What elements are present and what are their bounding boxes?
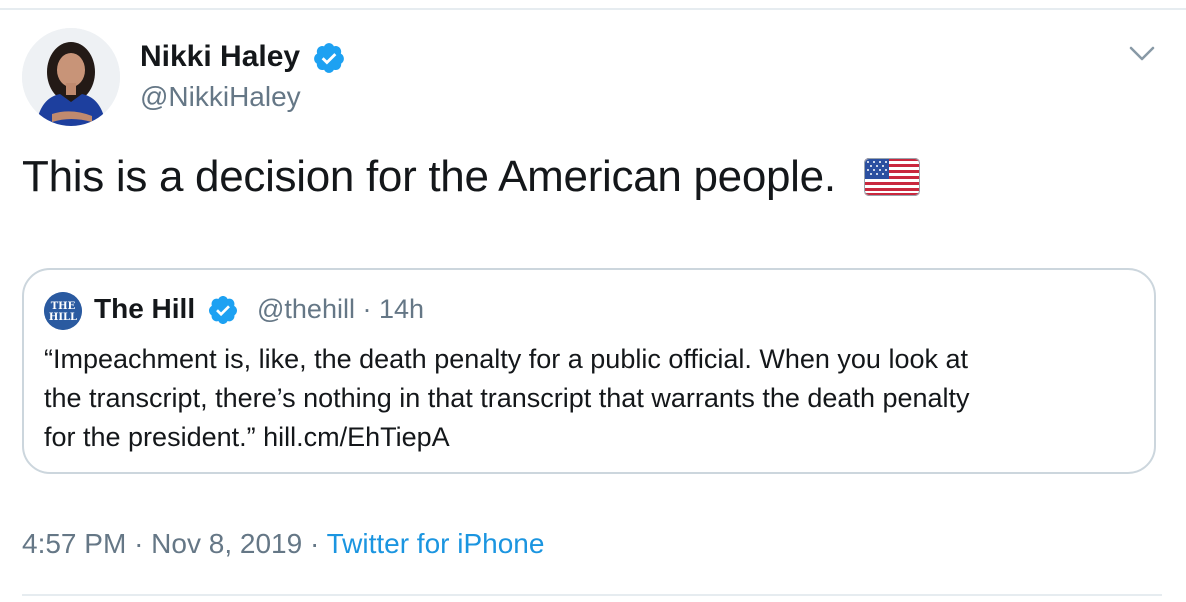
tweet-text: This is a decision for the American peop… <box>22 152 836 201</box>
quoted-text-line: “Impeachment is, like, the death penalty… <box>44 344 968 374</box>
tweet-date[interactable]: Nov 8, 2019 <box>151 528 302 559</box>
author-name[interactable]: Nikki Haley <box>140 40 300 74</box>
author-handle[interactable]: @NikkiHaley <box>140 81 301 113</box>
quoted-tweet-meta: @thehill · 14h <box>257 294 424 325</box>
footer-separator: · <box>309 528 320 559</box>
chevron-down-icon[interactable] <box>1128 44 1156 64</box>
bottom-divider <box>22 594 1162 596</box>
tweet-footer: 4:57 PM · Nov 8, 2019 · Twitter for iPho… <box>22 528 544 560</box>
top-divider <box>0 8 1186 10</box>
quoted-text-line: the transcript, there’s nothing in that … <box>44 383 970 413</box>
us-flag-icon <box>864 158 920 196</box>
quoted-tweet-age[interactable]: 14h <box>379 294 424 324</box>
meta-separator: · <box>362 294 372 324</box>
svg-text:HILL: HILL <box>49 312 77 323</box>
quoted-author-name[interactable]: The Hill <box>94 293 195 325</box>
footer-separator: · <box>134 528 144 559</box>
svg-text:THE: THE <box>51 301 76 312</box>
quoted-text-line: for the president.” hill.cm/EhTiepA <box>44 422 450 452</box>
author-avatar[interactable] <box>22 28 120 126</box>
quoted-author-handle[interactable]: @thehill <box>257 294 355 324</box>
verified-badge-icon <box>314 43 344 73</box>
verified-badge-icon <box>208 296 237 324</box>
the-hill-logo-icon: THE HILL <box>44 292 82 330</box>
tweet-source-link[interactable]: Twitter for iPhone <box>327 528 545 559</box>
the-hill-avatar[interactable]: THE HILL <box>44 292 82 330</box>
quoted-tweet-text: “Impeachment is, like, the death penalty… <box>44 340 1144 457</box>
tweet-time[interactable]: 4:57 PM <box>22 528 126 559</box>
